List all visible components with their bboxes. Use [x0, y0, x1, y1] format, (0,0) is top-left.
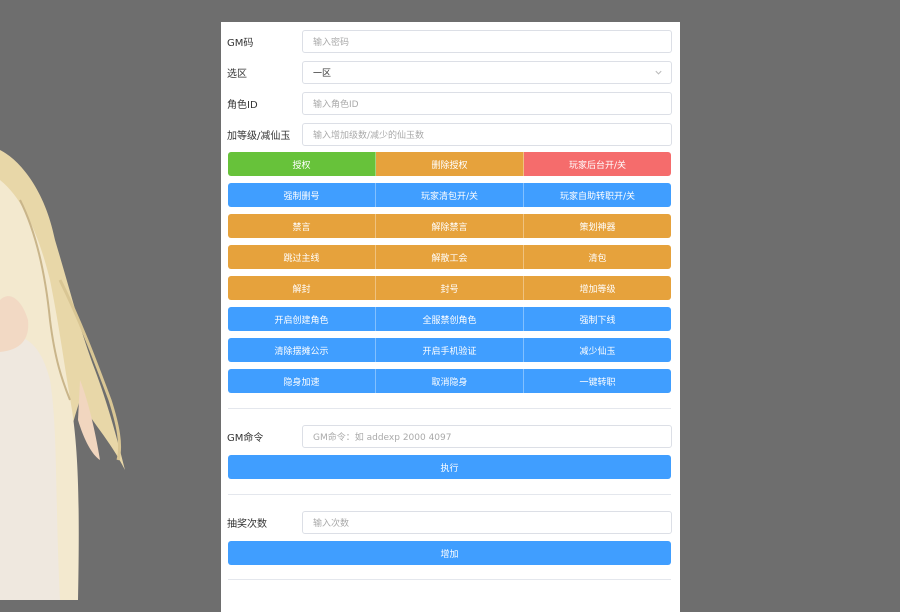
action-button[interactable]: 策划神器 — [524, 214, 671, 238]
action-button[interactable]: 解除禁言 — [376, 214, 524, 238]
action-button[interactable]: 强制下线 — [524, 307, 671, 331]
lottery-input[interactable]: 输入次数 — [302, 511, 672, 534]
gm-panel: GM码 输入密码 选区 一区 角色ID 输入角色ID 加等级/减仙玉 输入增加级… — [221, 22, 680, 612]
lottery-label: 抽奖次数 — [227, 519, 267, 530]
level-jade-input[interactable]: 输入增加级数/减少的仙玉数 — [302, 123, 672, 146]
gm-code-row: GM码 输入密码 — [227, 29, 672, 54]
action-button[interactable]: 减少仙玉 — [524, 338, 671, 362]
gm-command-input[interactable]: GM命令：如 addexp 2000 4097 — [302, 425, 672, 448]
action-button[interactable]: 授权 — [228, 152, 376, 176]
action-button-row: 开启创建角色 全服禁创角色 强制下线 — [228, 307, 671, 331]
gm-code-input[interactable]: 输入密码 — [302, 30, 672, 53]
level-jade-label: 加等级/减仙玉 — [227, 131, 291, 142]
action-button[interactable]: 解封 — [228, 276, 376, 300]
chevron-down-icon — [655, 70, 662, 75]
role-id-input[interactable]: 输入角色ID — [302, 92, 672, 115]
action-button[interactable]: 封号 — [376, 276, 524, 300]
action-button[interactable]: 玩家清包开/关 — [376, 183, 524, 207]
lottery-row: 抽奖次数 输入次数 — [227, 510, 672, 535]
region-label: 选区 — [227, 69, 247, 80]
execute-button[interactable]: 执行 — [228, 455, 671, 479]
action-button[interactable]: 清包 — [524, 245, 671, 269]
action-button-row: 隐身加速 取消隐身 一键转职 — [228, 369, 671, 393]
role-id-row: 角色ID 输入角色ID — [227, 91, 672, 116]
action-button-row: 跳过主线 解散工会 清包 — [228, 245, 671, 269]
action-button-row: 清除摆摊公示 开启手机验证 减少仙玉 — [228, 338, 671, 362]
action-button-row: 授权 删除授权 玩家后台开/关 — [228, 152, 671, 176]
divider — [228, 494, 671, 495]
role-id-label: 角色ID — [227, 100, 258, 111]
action-button[interactable]: 删除授权 — [376, 152, 524, 176]
action-button[interactable]: 跳过主线 — [228, 245, 376, 269]
action-button[interactable]: 增加等级 — [524, 276, 671, 300]
add-button[interactable]: 增加 — [228, 541, 671, 565]
action-button-row: 解封 封号 增加等级 — [228, 276, 671, 300]
action-button[interactable]: 玩家自助转职开/关 — [524, 183, 671, 207]
action-button-row: 强制删号 玩家清包开/关 玩家自助转职开/关 — [228, 183, 671, 207]
action-button[interactable]: 开启手机验证 — [376, 338, 524, 362]
action-button[interactable]: 清除摆摊公示 — [228, 338, 376, 362]
region-row: 选区 一区 — [227, 60, 672, 85]
region-select-value: 一区 — [313, 69, 332, 79]
gm-code-label: GM码 — [227, 38, 254, 49]
level-jade-row: 加等级/减仙玉 输入增加级数/减少的仙玉数 — [227, 122, 672, 147]
action-button[interactable]: 取消隐身 — [376, 369, 524, 393]
action-button[interactable]: 一键转职 — [524, 369, 671, 393]
action-button[interactable]: 隐身加速 — [228, 369, 376, 393]
action-button[interactable]: 全服禁创角色 — [376, 307, 524, 331]
divider — [228, 579, 671, 580]
action-button[interactable]: 强制删号 — [228, 183, 376, 207]
divider — [228, 408, 671, 409]
region-select[interactable]: 一区 — [302, 61, 672, 84]
action-button[interactable]: 解散工会 — [376, 245, 524, 269]
action-button[interactable]: 开启创建角色 — [228, 307, 376, 331]
action-button-row: 禁言 解除禁言 策划神器 — [228, 214, 671, 238]
action-button[interactable]: 禁言 — [228, 214, 376, 238]
gm-command-label: GM命令 — [227, 433, 264, 444]
action-button[interactable]: 玩家后台开/关 — [524, 152, 671, 176]
gm-command-row: GM命令 GM命令：如 addexp 2000 4097 — [227, 424, 672, 449]
background-character-art — [0, 0, 220, 600]
